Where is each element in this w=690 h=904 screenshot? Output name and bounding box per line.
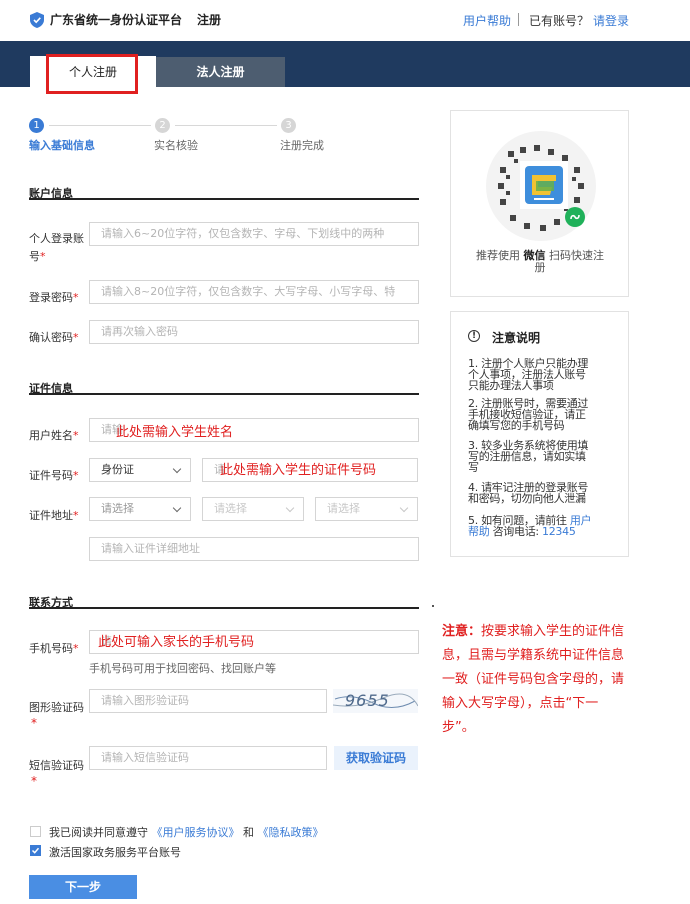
step-3-icon: 3: [281, 118, 296, 133]
section-rule: [29, 198, 419, 200]
notice-item: 2. 注册账号时，需要通过 手机接收短信验证，请正 确填写您的手机号码: [468, 397, 589, 432]
province-select[interactable]: 请选择: [89, 497, 191, 521]
id-annotation: 此处需输入学生的证件号码: [220, 463, 377, 478]
header-divider: [518, 13, 519, 26]
annotation-note: 注意：按要求输入学生的证件信息，且需与学籍系统中证件信息一致（证件号码包含字母的…: [442, 620, 628, 740]
username-input[interactable]: 请输入6~20位字符，仅包含数字、字母、下划线中的两种: [89, 222, 419, 246]
address-detail-input[interactable]: 请输入证件详细地址: [89, 537, 419, 561]
name-annotation: 此处需输入学生姓名: [116, 425, 234, 440]
district-select[interactable]: 请选择: [315, 497, 418, 521]
id-type-value: 身份证: [101, 463, 134, 476]
privacy-policy-link[interactable]: 《隐私政策》: [258, 826, 324, 839]
annotation-title: 注意：: [442, 624, 482, 639]
tab-legal[interactable]: 法人注册: [156, 57, 285, 87]
next-step-button[interactable]: 下一步: [29, 875, 137, 899]
notice-item: 4. 请牢记注册的登录账号 和密码，切勿向他人泄漏: [468, 481, 589, 505]
city-select-value: 请选择: [214, 502, 247, 515]
site-subtitle: 注册: [197, 13, 222, 27]
site-title: 广东省统一身份认证平台: [50, 13, 183, 27]
sms-label: 短信验证码: [29, 759, 84, 772]
agree-line: 我已阅读并同意遵守 《用户服务协议》 和 《隐私政策》: [49, 824, 324, 840]
captcha-image[interactable]: 9655: [333, 689, 418, 713]
agree-checkbox[interactable]: [30, 826, 41, 837]
get-sms-code-button[interactable]: 获取验证码: [334, 746, 418, 770]
section-rule: [29, 607, 419, 609]
activate-label: 激活国家政务服务平台账号: [49, 846, 181, 859]
step-2-icon: 2: [155, 118, 170, 133]
agree-text: 我已阅读并同意遵守: [49, 826, 148, 839]
chevron-down-icon: [399, 503, 409, 513]
required-mark: *: [31, 716, 37, 730]
password-label: 登录密码*: [29, 291, 79, 304]
chevron-down-icon: [172, 503, 182, 513]
info-icon: !: [468, 330, 480, 342]
confirm-password-input[interactable]: 请再次输入密码: [89, 320, 419, 344]
phone-annotation: 此处可输入家长的手机号码: [98, 635, 255, 650]
chevron-down-icon: [172, 464, 182, 474]
section-rule: [29, 393, 419, 395]
annotation-body: 按要求输入学生的证件信息，且需与学籍系统中证件信息一致（证件号码包含字母的，请输…: [442, 624, 625, 735]
step-1-label: 输入基础信息: [29, 139, 95, 152]
captcha-label: 图形验证码: [29, 701, 84, 714]
chevron-down-icon: [285, 503, 295, 513]
password-input[interactable]: 请输入8~20位字符，仅包含数字、大写字母、小写字母、特: [89, 280, 419, 304]
service-agreement-link[interactable]: 《用户服务协议》: [152, 826, 240, 839]
captcha-input[interactable]: 请输入图形验证码: [89, 689, 327, 713]
dot: [432, 605, 434, 607]
check-icon: [31, 847, 40, 854]
id-type-select[interactable]: 身份证: [89, 458, 191, 482]
help-link[interactable]: 用户帮助: [463, 12, 511, 29]
step-2-label: 实名核验: [154, 139, 198, 152]
address-label: 证件地址*: [29, 509, 79, 522]
qr-caption: 推荐使用 微信 扫码快速注册: [476, 249, 604, 274]
required-mark: *: [31, 774, 37, 788]
login-link[interactable]: 请登录: [593, 12, 629, 29]
phone-hint: 手机号码可用于找回密码、找回账户等: [89, 662, 276, 675]
sms-input[interactable]: 请输入短信验证码: [89, 746, 327, 770]
phone-label: 手机号码*: [29, 642, 79, 655]
district-select-value: 请选择: [327, 502, 360, 515]
step-3-label: 注册完成: [280, 139, 324, 152]
mini-program-logo-icon: [520, 161, 568, 209]
notice-title: 注意说明: [492, 331, 541, 345]
and-text: 和: [243, 826, 254, 839]
username-label-2: 号*: [29, 250, 46, 263]
tab-legal-label: 法人注册: [196, 65, 245, 79]
highlight-box: [46, 54, 138, 94]
notice-item: 1. 注册个人账户只能办理 个人事项，注册法人账号 只能办理法人事项: [468, 357, 589, 392]
province-select-value: 请选择: [101, 502, 134, 515]
step-1-icon: 1: [29, 118, 44, 133]
shield-logo-icon: [30, 12, 44, 28]
name-label: 用户姓名*: [29, 429, 79, 442]
activate-checkbox[interactable]: [30, 845, 41, 856]
have-account-text: 已有账号？: [529, 14, 590, 28]
notice-item: 5. 如有问题，请前往 用户 帮助 咨询电话: 12345: [468, 514, 592, 538]
captcha-text: 9655: [345, 691, 390, 710]
step-connector: [175, 125, 277, 126]
city-select[interactable]: 请选择: [202, 497, 304, 521]
confirm-password-label: 确认密码*: [29, 331, 79, 344]
notice-item: 3. 较多业务系统将使用填 写的注册信息，请如实填写: [468, 439, 589, 474]
id-number-label: 证件号码*: [29, 469, 79, 482]
mini-program-badge-icon: [565, 207, 585, 227]
step-connector: [49, 125, 151, 126]
